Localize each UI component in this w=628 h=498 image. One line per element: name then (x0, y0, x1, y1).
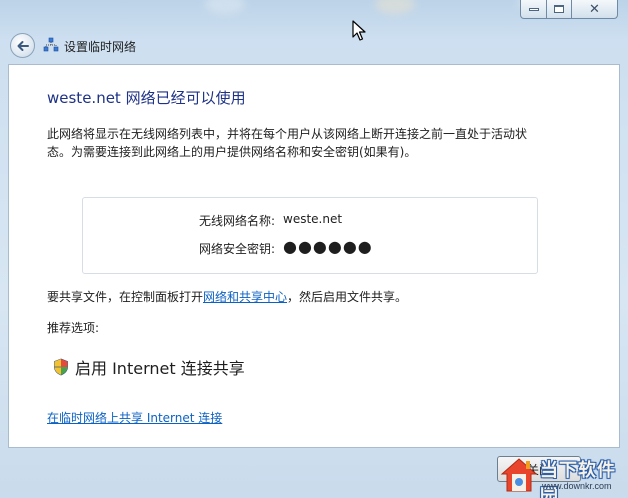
share-internet-link[interactable]: 在临时网络上共享 Internet 连接 (47, 409, 222, 426)
maximize-icon (554, 5, 564, 13)
caption-buttons: ✕ (520, 0, 618, 20)
nav-title: 设置临时网络 (64, 40, 137, 54)
enable-ics-label: 启用 Internet 连接共享 (75, 359, 245, 378)
watermark-title: 当下软件园 (540, 460, 616, 498)
file-sharing-text: 要共享文件，在控制面板打开网络和共享中心，然后启用文件共享。 (47, 288, 407, 305)
back-button[interactable] (10, 33, 35, 58)
enable-ics-option[interactable]: 启用 Internet 连接共享 (53, 355, 245, 379)
description-text: 此网络将显示在无线网络列表中，并将在每个用户从该网络上断开连接之前一直处于活动状… (47, 127, 528, 159)
network-info-box: 无线网络名称: weste.net 网络安全密钥: ●●●●●● (82, 197, 538, 274)
minimize-icon (528, 7, 539, 11)
close-icon: ✕ (589, 1, 600, 17)
window-frame: ✕ 设置临时网络 weste.net 网络已经可以使用 此网络将显示在无线网络列… (0, 0, 628, 498)
network-name-value: weste.net (283, 212, 343, 226)
recommended-label: 推荐选项: (47, 321, 100, 335)
security-key-label: 网络安全密钥: (198, 242, 275, 256)
mouse-cursor-icon (352, 20, 366, 41)
security-key-value: ●●●●●● (283, 237, 373, 256)
house-logo-icon (500, 458, 538, 492)
page-heading: weste.net 网络已经可以使用 (47, 89, 246, 107)
maximize-button[interactable] (547, 0, 572, 19)
network-sharing-center-link[interactable]: 网络和共享中心 (203, 290, 287, 304)
watermark-url: www.downkr.com (542, 481, 612, 491)
network-name-label: 无线网络名称: (198, 214, 275, 228)
back-arrow-icon (17, 40, 29, 51)
share-text-after: ，然后启用文件共享。 (287, 290, 408, 304)
network-icon (43, 37, 59, 52)
minimize-button[interactable] (520, 0, 547, 19)
close-window-button[interactable]: ✕ (572, 0, 618, 19)
content-panel: weste.net 网络已经可以使用 此网络将显示在无线网络列表中，并将在每个用… (8, 64, 620, 448)
site-watermark: 当下软件园 www.downkr.com (500, 452, 628, 498)
shield-icon (54, 358, 68, 376)
share-text-before: 要共享文件，在控制面板打开 (47, 290, 204, 304)
